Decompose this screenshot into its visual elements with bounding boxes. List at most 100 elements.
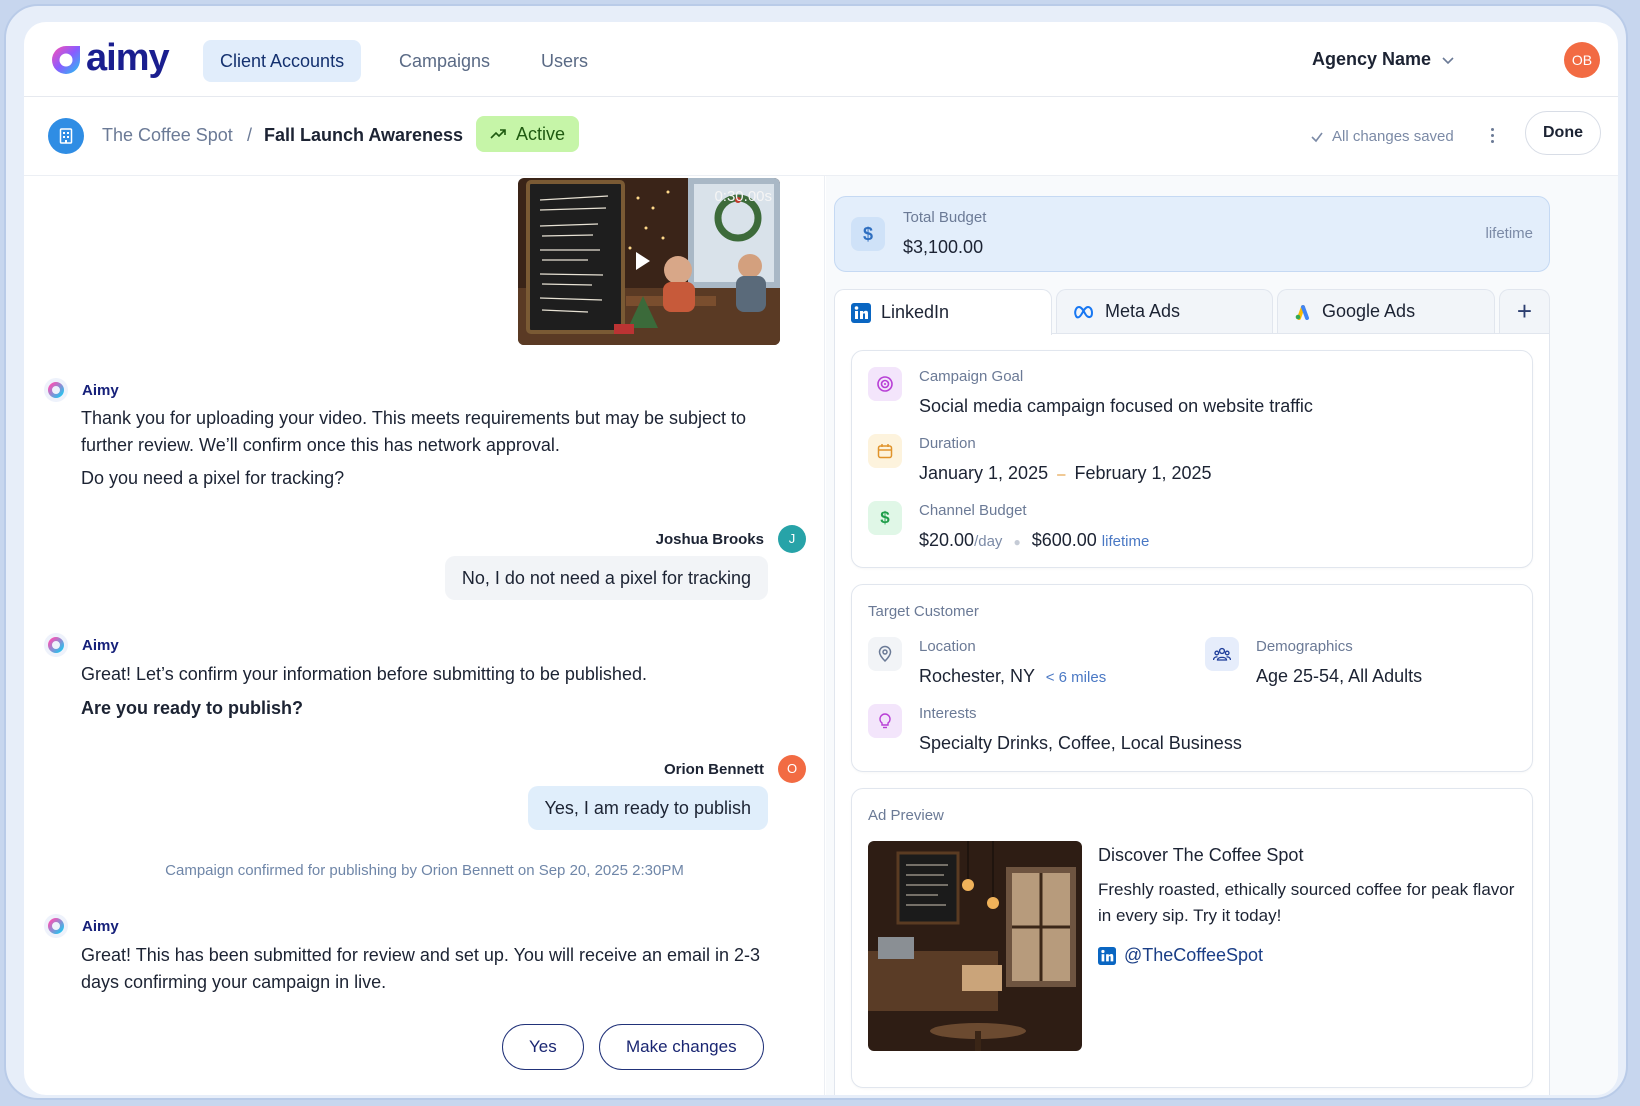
assistant-header: Aimy [44, 633, 119, 657]
calendar-icon [868, 434, 902, 468]
campaign-summary-panel: $ Total Budget $3,100.00 lifetime Linked… [826, 176, 1618, 1095]
video-duration: 0:30.00s [714, 188, 772, 205]
play-icon[interactable] [636, 252, 650, 270]
yes-button[interactable]: Yes [502, 1024, 584, 1070]
linkedin-icon [851, 302, 871, 323]
duration-dash: – [1057, 466, 1066, 483]
channel-budget-label: Channel Budget [919, 502, 1027, 519]
uploaded-video-thumbnail[interactable]: 0:30.00s [518, 178, 780, 345]
agency-name: Agency Name [1312, 49, 1432, 69]
top-nav: aimy Client Accounts Campaigns Users Age… [24, 22, 1618, 97]
building-icon [48, 118, 84, 154]
window-frame: aimy Client Accounts Campaigns Users Age… [4, 4, 1628, 1100]
aimy-avatar-icon [44, 378, 68, 402]
assistant-message: Do you need a pixel for tracking? [81, 468, 345, 488]
location-label: Location [919, 638, 976, 655]
location-radius: < 6 miles [1045, 669, 1107, 686]
ad-headline: Discover The Coffee Spot [1098, 845, 1304, 865]
interests-value: Specialty Drinks, Coffee, Local Business [919, 733, 1242, 753]
user-message-header: Joshua Brooks J [656, 525, 806, 553]
duration-start: January 1, 2025 [919, 463, 1049, 483]
daily-unit: /day [974, 533, 1003, 550]
assistant-question: Are you ready to publish? [81, 698, 304, 718]
user-message-bubble: Yes, I am ready to publish [527, 786, 768, 830]
separator-dot: ● [1013, 535, 1021, 549]
trending-up-icon [490, 129, 506, 139]
target-customer-title: Target Customer [868, 603, 979, 620]
chat-panel: 0:30.00s Aimy Thank you for uploading yo… [24, 176, 825, 1095]
dollar-icon: $ [868, 501, 902, 535]
tab-label: Meta Ads [1105, 301, 1181, 321]
more-options-icon[interactable] [1486, 122, 1498, 148]
linkedin-icon [1098, 946, 1116, 965]
channel-tab-content: Campaign Goal Social media campaign focu… [834, 333, 1550, 1095]
aimy-avatar-icon [44, 914, 68, 938]
goal-value: Social media campaign focused on website… [919, 396, 1313, 416]
tab-label: LinkedIn [881, 302, 950, 322]
duration-end: February 1, 2025 [1074, 463, 1212, 483]
check-icon [1311, 132, 1323, 142]
nav-tab-campaigns[interactable]: Campaigns [382, 40, 507, 82]
add-channel-button[interactable]: + [1499, 289, 1550, 333]
aimy-logo-icon [52, 46, 80, 74]
tab-linkedin[interactable]: LinkedIn [834, 289, 1052, 335]
total-budget-label: Total Budget [903, 209, 987, 226]
done-button[interactable]: Done [1525, 111, 1601, 155]
assistant-message: Great! This has been submitted for revie… [81, 945, 761, 992]
ad-preview-card: Ad Preview Discover The Coffee Spot Fres… [851, 788, 1533, 1088]
app-window: aimy Client Accounts Campaigns Users Age… [24, 22, 1618, 1095]
ad-body-text: Freshly roasted, ethically sourced coffe… [1098, 880, 1515, 925]
breadcrumb-client[interactable]: The Coffee Spot [102, 125, 233, 146]
logo-wordmark: aimy [86, 37, 170, 79]
breadcrumb-campaign: Fall Launch Awareness [264, 125, 464, 145]
status-label: Active [516, 124, 566, 144]
lightbulb-icon [868, 704, 902, 738]
status-badge: Active [476, 116, 580, 152]
user-name: Orion Bennett [664, 760, 764, 778]
nav-tab-client-accounts[interactable]: Client Accounts [203, 40, 362, 82]
total-budget-period: lifetime [1485, 225, 1533, 242]
aimy-avatar-icon [44, 633, 68, 657]
campaign-details-card: Campaign Goal Social media campaign focu… [851, 350, 1533, 568]
meta-icon [1074, 305, 1094, 318]
assistant-message: Thank you for uploading your video. This… [81, 408, 747, 455]
agency-selector[interactable]: Agency Name [1312, 49, 1455, 70]
user-message-header: Orion Bennett O [664, 755, 806, 783]
assistant-name: Aimy [82, 636, 119, 654]
aimy-logo[interactable]: aimy [48, 37, 170, 79]
assistant-header: Aimy [44, 378, 119, 402]
location-pin-icon [868, 637, 902, 671]
system-note: Campaign confirmed for publishing by Ori… [165, 862, 684, 879]
total-budget-card: $ Total Budget $3,100.00 lifetime [834, 196, 1550, 272]
demographics-label: Demographics [1256, 638, 1353, 655]
ad-handle[interactable]: @TheCoffeeSpot [1098, 945, 1263, 966]
daily-budget: $20.00 [919, 530, 975, 550]
save-status: All changes saved [1310, 128, 1454, 145]
target-customer-card: Target Customer Location Rochester, NY <… [851, 584, 1533, 772]
ad-preview-title: Ad Preview [868, 807, 944, 824]
lifetime-budget: $600.00 [1031, 530, 1097, 550]
breadcrumb-separator: / [247, 125, 253, 145]
lifetime-unit: lifetime [1101, 533, 1150, 550]
location-city: Rochester, NY [919, 666, 1035, 686]
demographics-icon [1205, 637, 1239, 671]
tab-google-ads[interactable]: Google Ads [1277, 289, 1495, 333]
target-goal-icon [868, 367, 902, 401]
user-avatar[interactable]: OB [1564, 42, 1600, 78]
campaign-header: The Coffee Spot / Fall Launch Awareness … [24, 98, 1618, 176]
tab-meta-ads[interactable]: Meta Ads [1056, 289, 1273, 333]
nav-tab-users[interactable]: Users [524, 40, 605, 82]
ad-preview-image [868, 841, 1082, 1051]
dollar-icon: $ [851, 217, 885, 251]
total-budget-value: $3,100.00 [903, 237, 984, 257]
assistant-name: Aimy [82, 917, 119, 935]
user-message-bubble: No, I do not need a pixel for tracking [444, 556, 768, 600]
assistant-header: Aimy [44, 914, 119, 938]
location-value: Rochester, NY < 6 miles [919, 666, 1106, 687]
ad-handle-text: @TheCoffeeSpot [1124, 945, 1264, 965]
make-changes-button[interactable]: Make changes [599, 1024, 764, 1070]
duration-label: Duration [919, 435, 976, 452]
user-avatar: J [778, 525, 806, 553]
interests-label: Interests [919, 705, 977, 722]
channel-budget-value: $20.00/day ● $600.00 lifetime [919, 530, 1149, 551]
